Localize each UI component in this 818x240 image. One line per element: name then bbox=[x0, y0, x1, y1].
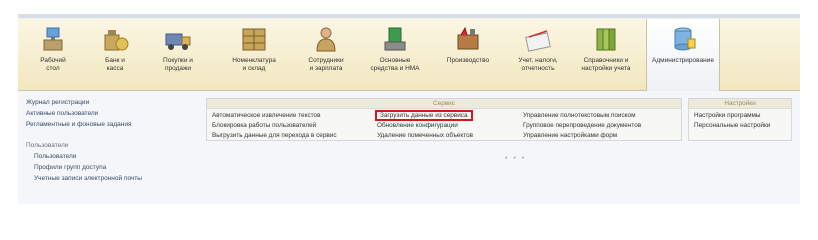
section-desktop[interactable]: Рабочий стол bbox=[28, 19, 78, 90]
nav-link-users[interactable]: Пользователи bbox=[26, 151, 196, 162]
app-window: Рабочий стол Банк и касса Покупки и прод… bbox=[18, 14, 800, 204]
desktop-icon bbox=[43, 27, 63, 51]
action-fulltext-search-management[interactable]: Управление полнотекстовым поиском bbox=[523, 111, 641, 121]
section-bank[interactable]: Банк и касса bbox=[90, 19, 140, 90]
truck-icon bbox=[165, 33, 191, 50]
section-warehouse[interactable]: Номенклатура и склад bbox=[224, 19, 284, 90]
action-program-settings[interactable]: Настройки программы bbox=[694, 111, 770, 121]
action-update-configuration[interactable]: Обновление конфигурации bbox=[377, 121, 473, 131]
books-icon bbox=[596, 28, 616, 51]
content-area: Журнал регистрации Активные пользователи… bbox=[18, 91, 800, 204]
section-label: Учет, налоги, отчетность bbox=[518, 57, 558, 72]
nav-link-active-users[interactable]: Активные пользователи bbox=[26, 108, 196, 119]
section-production[interactable]: Производство bbox=[438, 19, 498, 90]
service-group: Сервис Автоматическое извлечение текстов… bbox=[206, 98, 682, 141]
action-form-settings-management[interactable]: Управление настройками форм bbox=[523, 131, 641, 141]
warehouse-icon bbox=[242, 28, 266, 51]
service-column-3: Управление полнотекстовым поиском Группо… bbox=[523, 111, 641, 141]
nav-link-scheduled-jobs[interactable]: Регламентные и фоновые задания bbox=[26, 119, 196, 130]
action-load-data-from-service[interactable]: Загрузить данные из сервиса bbox=[375, 110, 473, 121]
section-label: Справочники и настройки учета bbox=[581, 57, 631, 72]
section-label: Сотрудники и зарплата bbox=[308, 57, 344, 72]
action-export-data-for-service[interactable]: Выгрузить данные для перехода в сервис bbox=[212, 131, 337, 141]
action-auto-text-extraction[interactable]: Автоматическое извлечение текстов bbox=[212, 111, 337, 121]
settings-column: Настройки программы Персональные настрой… bbox=[694, 111, 770, 131]
nav-group-users: Пользователи bbox=[26, 142, 69, 149]
section-employees[interactable]: Сотрудники и зарплата bbox=[296, 19, 356, 90]
action-personal-settings[interactable]: Персональные настройки bbox=[694, 121, 770, 131]
section-label: Рабочий стол bbox=[40, 57, 66, 72]
production-icon bbox=[457, 26, 479, 50]
employee-icon bbox=[316, 27, 336, 52]
action-group-reposting[interactable]: Групповое перепроведение документов bbox=[523, 121, 641, 131]
nav-link-event-log[interactable]: Журнал регистрации bbox=[26, 97, 196, 108]
top-bar bbox=[18, 14, 800, 18]
section-label: Производство bbox=[446, 57, 490, 64]
service-group-title: Сервис bbox=[207, 99, 681, 109]
service-column-2: Загрузить данные из сервиса Обновление к… bbox=[375, 110, 473, 141]
section-label: Номенклатура и склад bbox=[232, 57, 276, 72]
reports-icon bbox=[525, 30, 551, 52]
section-administration[interactable]: Администрирование bbox=[646, 19, 720, 91]
nav-link-access-groups[interactable]: Профили групп доступа bbox=[26, 162, 196, 173]
section-label: Банк и касса bbox=[105, 57, 125, 72]
section-label: Покупки и продажи bbox=[163, 57, 193, 72]
section-fixed-assets[interactable]: Основные средства и НМА bbox=[363, 19, 427, 90]
action-delete-marked-objects[interactable]: Удаление помеченных объектов bbox=[377, 131, 473, 141]
navigation-panel: Журнал регистрации Активные пользователи… bbox=[26, 97, 196, 184]
section-directories[interactable]: Справочники и настройки учета bbox=[574, 19, 638, 90]
nav-link-email-accounts[interactable]: Учетные записи электронной почты bbox=[26, 173, 196, 184]
bank-icon bbox=[104, 30, 129, 51]
more-indicator[interactable]: • • • bbox=[505, 155, 526, 162]
section-label: Основные средства и НМА bbox=[370, 57, 420, 72]
section-purchases[interactable]: Покупки и продажи bbox=[153, 19, 203, 90]
admin-icon bbox=[674, 27, 696, 51]
settings-group-title: Настройки bbox=[689, 99, 791, 109]
sections-panel: Рабочий стол Банк и касса Покупки и прод… bbox=[18, 19, 800, 91]
action-block-users[interactable]: Блокировка работы пользователей bbox=[212, 121, 337, 131]
section-reports[interactable]: Учет, налоги, отчетность bbox=[510, 19, 566, 90]
assets-icon bbox=[384, 27, 406, 51]
service-column-1: Автоматическое извлечение текстов Блокир… bbox=[212, 111, 337, 141]
section-label: Администрирование bbox=[652, 57, 714, 64]
settings-group: Настройки Настройки программы Персональн… bbox=[688, 98, 792, 141]
